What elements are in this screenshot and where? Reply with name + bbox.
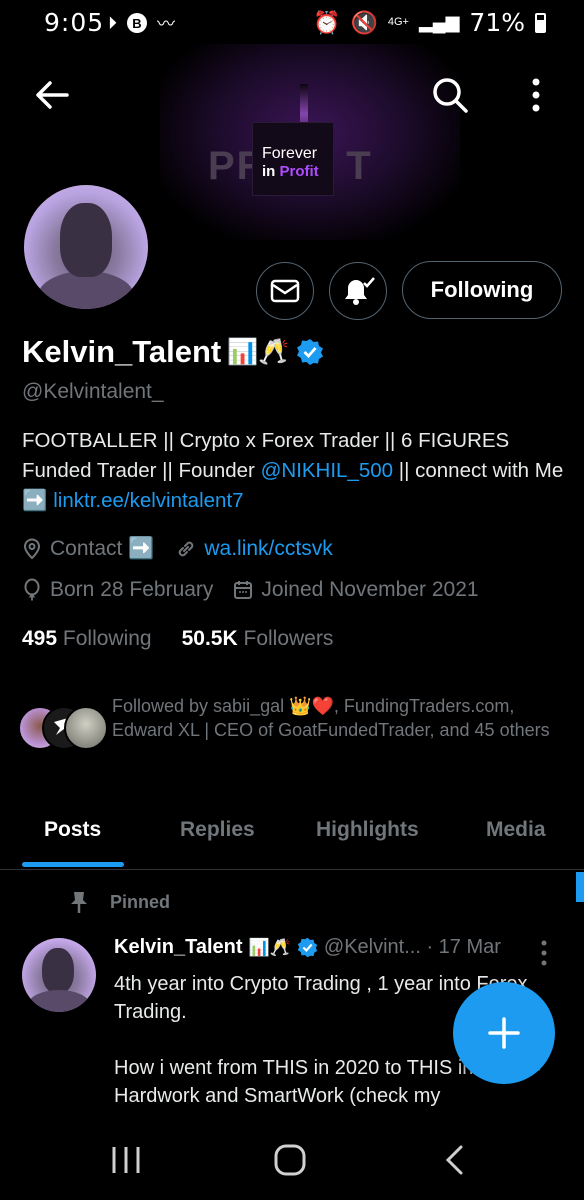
message-button[interactable] [256,262,314,320]
website-link[interactable]: wa.link/cctsvk [204,537,332,561]
home-button[interactable] [260,1138,320,1182]
more-vertical-icon [532,78,540,112]
profile-name-emoji: 📊🥂 [227,337,290,366]
recents-icon [112,1147,140,1173]
followers-stat[interactable]: 50.5K Followers [182,627,334,651]
banner-line2-highlight: Profit [279,163,319,180]
following-button[interactable]: Following [402,261,562,319]
balloon-icon [24,578,40,601]
battery-icon [535,12,546,33]
profile-avatar[interactable] [20,181,152,313]
following-stat[interactable]: 495 Following [22,627,152,651]
search-button[interactable] [428,73,472,117]
home-icon [274,1144,306,1176]
more-button[interactable] [514,73,558,117]
profile-bio: FOOTBALLER || Crypto x Forex Trader || 6… [22,426,567,516]
following-label: Following [62,627,152,650]
contact-item: Contact ➡️ [22,537,154,561]
tab-media[interactable]: Media [486,818,546,842]
born-text: Born 28 February [50,578,214,601]
scrollbar[interactable] [576,872,584,902]
followers-count: 50.5K [181,627,238,650]
avatar-image [24,185,148,309]
post-author-emoji: 📊🥂 [248,937,291,957]
tab-posts[interactable]: Posts [44,818,101,842]
calendar-icon [234,581,253,599]
profile-name: Kelvin_Talent 📊🥂 [22,334,324,370]
born-item: Born 28 February [22,578,213,602]
post-author-name[interactable]: Kelvin_Talent [114,936,243,959]
notifications-button[interactable] [329,262,387,320]
profile-meta-row-2: Born 28 February Joined November 2021 [22,578,479,602]
profile-handle: @Kelvintalent_ [22,380,164,403]
mute-icon: 🔇 [350,9,378,35]
avatar-face [60,203,112,277]
joined-item: Joined November 2021 [233,578,479,602]
post-more-button[interactable] [540,940,554,966]
system-nav-bar [0,1120,584,1200]
bio-arrow: ➡️ [22,489,48,512]
verified-badge-icon [296,339,323,365]
profile-tabs: Posts Replies Highlights Media [0,810,584,868]
website-item: wa.link/cctsvk [176,537,333,561]
post-avatar-face [42,948,74,994]
recents-button[interactable] [96,1138,156,1182]
signal-icon: ▂▄▆ [418,12,460,32]
tabs-divider [0,869,584,870]
pinned-indicator: Pinned [70,890,170,914]
arrow-left-icon [36,81,69,109]
plus-icon [488,1017,520,1049]
follower-avatar-3 [64,706,108,750]
post-avatar-body [28,990,90,1012]
status-time: 9:05 [44,8,105,37]
bell-check-icon [345,277,375,305]
status-right-icons: ⏰ 🔇 4G+ ▂▄▆ 71% [313,8,546,37]
pinned-label: Pinned [110,891,171,912]
search-icon [433,78,468,113]
more-vertical-icon [541,940,547,966]
envelope-icon [270,279,300,303]
following-count: 495 [22,627,58,650]
status-left-icons: ⏵ B 〰 [108,10,175,36]
activity-icon: 〰 [157,14,175,34]
compose-button[interactable] [453,982,555,1084]
followed-by-avatars[interactable] [18,706,108,752]
post-header: Kelvin_Talent 📊🥂 @Kelvint... · 17 Mar [114,936,501,959]
profile-name-text: Kelvin_Talent [22,334,222,369]
alarm-icon: ⏰ [313,9,341,35]
bio-mention-link[interactable]: @NIKHIL_500 [261,459,394,482]
followers-label: Followers [243,627,334,650]
location-pin-icon [23,538,41,560]
profile-stats: 495 Following 50.5K Followers [22,627,333,651]
bio-text-2: || connect with Me [393,459,564,482]
verified-badge-icon [297,937,318,958]
chevron-left-icon [445,1145,463,1175]
banner-line1: Forever [262,145,318,162]
tab-highlights[interactable]: Highlights [316,818,419,842]
post-author-avatar[interactable] [22,938,96,1012]
back-nav-button[interactable] [424,1138,484,1182]
back-button[interactable] [30,73,74,117]
link-icon [179,541,194,557]
banner-line2-prefix: in [262,163,276,180]
tab-replies[interactable]: Replies [180,818,255,842]
battery-level: 71% [469,8,525,37]
contact-label: Contact ➡️ [50,537,155,560]
b-app-icon: B [127,13,147,33]
media-icon: ⏵ [108,12,117,33]
post-handle-date: @Kelvint... · 17 Mar [323,936,501,958]
bio-linktree-link[interactable]: linktr.ee/kelvintalent7 [53,489,243,512]
active-tab-indicator [22,862,124,867]
pin-icon [71,892,87,913]
banner-line2: in Profit [262,163,319,180]
network-type: 4G+ [387,16,409,28]
followed-by-text[interactable]: Followed by sabii_gal 👑❤️, FundingTrader… [112,694,562,742]
joined-text: Joined November 2021 [261,578,479,601]
banner-logo-box: Forever in Profit [252,122,334,196]
status-bar: 9:05 ⏵ B 〰 ⏰ 🔇 4G+ ▂▄▆ 71% [0,0,584,44]
profile-meta-row-1: Contact ➡️ wa.link/cctsvk [22,537,333,561]
